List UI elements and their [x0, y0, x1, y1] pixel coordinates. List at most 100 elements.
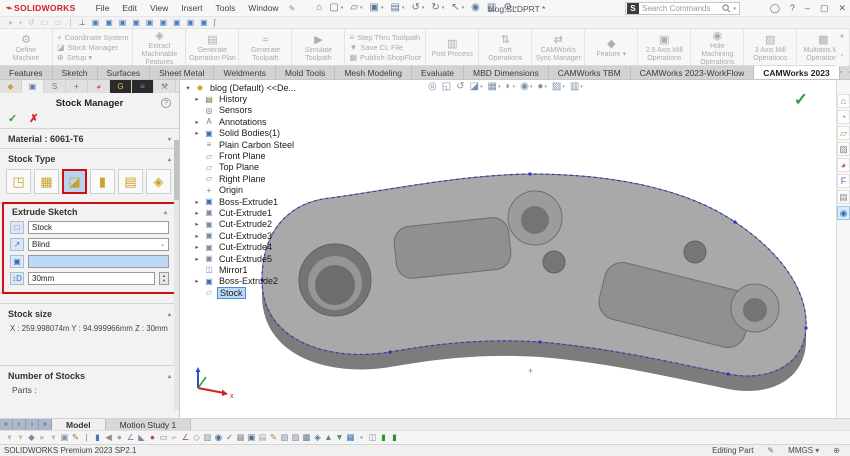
file-explorer-icon[interactable]: ▨ — [837, 142, 850, 156]
dropdown-caret-icon[interactable]: ▾ — [341, 5, 344, 11]
paperclip-icon[interactable]: ʃ — [211, 19, 219, 27]
sketch-tool-31[interactable]: ▼ — [334, 433, 345, 442]
expand-icon[interactable]: ▸ — [193, 277, 201, 285]
tab-surfaces[interactable]: Surfaces — [98, 66, 151, 79]
login-icon[interactable]: ◯ — [770, 4, 780, 13]
workflow-frame2-icon[interactable]: ▭ — [51, 19, 65, 27]
new-document-button[interactable]: ▢▾ — [326, 1, 346, 16]
sketch-tool-35[interactable]: ▮ — [378, 433, 389, 442]
sketch-tool-2[interactable]: ▾ — [15, 433, 26, 442]
sketch-tool-33[interactable]: ▪ — [356, 433, 367, 442]
publish-shopfloor-button[interactable]: ▦Publish ShopFloor — [347, 53, 423, 62]
open-document-button[interactable]: ▱▾ — [347, 1, 365, 16]
tab-mbd-dimensions[interactable]: MBD Dimensions — [464, 66, 549, 79]
stepper-down-icon[interactable]: ▼ — [160, 279, 168, 285]
tab-scroll-2[interactable]: › — [26, 419, 39, 430]
dropdown-caret-icon[interactable]: ▾ — [402, 5, 405, 11]
stock-type-section-header[interactable]: Stock Type ▴ — [0, 151, 179, 166]
dropdown-caret-icon[interactable]: ▾ — [442, 5, 445, 11]
3-axis-mill-operations-button[interactable]: ▨3 Axis Mill Operations — [746, 32, 794, 63]
tab-mesh-modeling[interactable]: Mesh Modeling — [335, 66, 412, 79]
propertymanager-tab[interactable]: ▣ — [22, 80, 44, 93]
simulate-toolpath-button[interactable]: ▶Simulate Toolpath — [294, 32, 342, 63]
sketch-tool-16[interactable]: ⌐ — [169, 433, 180, 442]
tree-item-sensors[interactable]: ◎Sensors — [184, 105, 298, 116]
section-view-button[interactable]: ◪▾ — [470, 82, 483, 92]
center-hole[interactable] — [543, 251, 565, 273]
material-section-header[interactable]: Material : 6061-T6 ▾ — [0, 131, 179, 146]
feature-button[interactable]: ◆Feature ▾ — [587, 36, 635, 59]
ok-button[interactable]: ✓ — [8, 112, 17, 125]
search-commands-box[interactable]: S Search Commands ▾ — [625, 2, 740, 15]
ribbon-more-icon[interactable]: » — [840, 33, 844, 40]
zoom-fit-button[interactable]: ◎ — [428, 82, 437, 92]
expand-icon[interactable]: ▸ — [193, 198, 201, 206]
help-icon[interactable]: ? — [161, 98, 171, 108]
workflow-step1-icon[interactable]: ▣ — [89, 19, 103, 27]
stock-type-expand-icon[interactable]: ▴ — [168, 156, 171, 163]
workflow-step7-icon[interactable]: ▣ — [170, 19, 184, 27]
menu-edit[interactable]: Edit — [116, 1, 143, 15]
sort-operations-button[interactable]: ⇅Sort Operations — [481, 32, 529, 63]
dropdown-caret-icon[interactable]: ▾ — [513, 84, 516, 90]
generate-operation-plan-button[interactable]: ▤Generate Operation Plan — [188, 32, 236, 63]
tree-item-origin[interactable]: +Origin — [184, 185, 298, 196]
sketch-tool-15[interactable]: ▭ — [158, 433, 169, 442]
units-selector[interactable]: MMGS ▾ — [788, 446, 819, 455]
camworks-pane-icon[interactable]: ◉ — [837, 206, 850, 220]
view-orientation-button[interactable]: ▦▾ — [488, 82, 501, 92]
pane-icon-1[interactable]: ▫ — [840, 69, 842, 76]
tree-item-mirror1[interactable]: ◫Mirror1 — [184, 264, 298, 275]
ribbon-collapse-icon[interactable]: ˆ — [841, 55, 843, 62]
workflow-step5-icon[interactable]: ▣ — [143, 19, 157, 27]
sketch-tool-4[interactable]: ▸ — [37, 433, 48, 442]
sketch-tool-22[interactable]: ▦ — [235, 433, 246, 442]
save-cl-file-button[interactable]: ▼Save CL File — [347, 43, 423, 52]
sketch-tool-23[interactable]: ▣ — [246, 433, 257, 442]
generate-toolpath-button[interactable]: ≈Generate Toolpath — [241, 32, 289, 63]
sketch-tool-28[interactable]: ▩ — [301, 433, 312, 442]
2-5-axis-mill-operations-button[interactable]: ▣2.5 Axis Mill Operations — [640, 32, 688, 63]
stock-size-section-header[interactable]: Stock size ▴ — [0, 306, 179, 321]
tab-model[interactable]: Model — [52, 419, 106, 430]
camworks-tools-tab[interactable]: ⚒ — [154, 80, 176, 93]
end-condition-select[interactable]: Blind ⌄ — [28, 238, 169, 251]
sketch-tool-34[interactable]: ◫ — [367, 433, 378, 442]
sketch-tool-10[interactable]: ◀ — [103, 433, 114, 442]
workflow-setup-icon[interactable]: ⊥ — [76, 19, 89, 27]
expand-icon[interactable]: ▸ — [193, 129, 201, 137]
view-settings-button[interactable]: ▥▾ — [570, 82, 583, 92]
previous-view-button[interactable]: ↺ — [456, 82, 464, 92]
define-machine-button[interactable]: ⚙Define Machine — [2, 32, 50, 63]
print-button[interactable]: ▤▾ — [387, 1, 407, 16]
hide-show-items-button[interactable]: ◉▾ — [520, 82, 532, 92]
hole-machining-operations-button[interactable]: ◉Hole Machining Operations — [693, 29, 741, 66]
sketch-tool-7[interactable]: ✎ — [70, 433, 81, 442]
dropdown-caret-icon[interactable]: ▾ — [580, 84, 583, 90]
displaymanager-tab[interactable]: ◕ — [88, 80, 110, 93]
tab-mold-tools[interactable]: Mold Tools — [276, 66, 335, 79]
expand-icon[interactable]: ▸ — [193, 95, 201, 103]
save-button[interactable]: ▣▾ — [367, 1, 387, 16]
sketch-tool-36[interactable]: ▮ — [389, 433, 400, 442]
workflow-step3-icon[interactable]: ▣ — [116, 19, 130, 27]
right-arm-hole[interactable] — [684, 241, 706, 263]
menu-tools[interactable]: Tools — [210, 1, 242, 15]
extract-machinable-features-button[interactable]: ◈Extract Machinable Features — [135, 29, 183, 66]
tree-item-front-plane[interactable]: ▱Front Plane — [184, 150, 298, 161]
expand-icon[interactable]: ▾ — [184, 84, 192, 92]
tree-item-cut-extrude4[interactable]: ▸▣Cut-Extrude4 — [184, 241, 298, 252]
tab-sheet-metal[interactable]: Sheet Metal — [150, 66, 214, 79]
tab-weldments[interactable]: Weldments — [214, 66, 275, 79]
apply-scene-button[interactable]: ▨▾ — [552, 82, 565, 92]
coordinate-system-button[interactable]: +Coordinate System — [55, 33, 130, 42]
cancel-button[interactable]: ✗ — [29, 112, 38, 125]
dropdown-caret-icon[interactable]: ▾ — [498, 84, 501, 90]
tab-sketch[interactable]: Sketch — [53, 66, 98, 79]
search-input[interactable]: Search Commands — [642, 4, 720, 13]
dropdown-caret-icon[interactable]: ▾ — [462, 5, 465, 11]
undo-button[interactable]: ↺▾ — [408, 1, 427, 16]
sketch-tool-20[interactable]: ◉ — [213, 433, 224, 442]
menu-view[interactable]: View — [144, 1, 174, 15]
stock-type-cylinder[interactable]: ▮ — [90, 169, 115, 194]
